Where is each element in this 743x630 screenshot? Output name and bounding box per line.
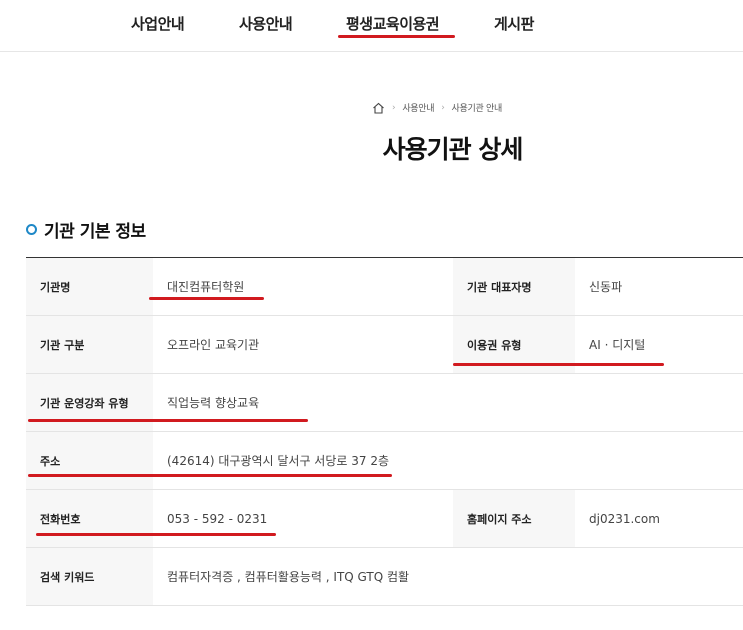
section-title-text: 기관 기본 정보 <box>44 222 146 242</box>
label-representative: 기관 대표자명 <box>453 258 575 315</box>
breadcrumb-item-usage[interactable]: 사용안내 <box>402 101 434 114</box>
table-row: 기관명 대진컴퓨터학원 기관 대표자명 신동파 <box>26 258 743 316</box>
page-title: 사용기관 상세 <box>382 135 524 164</box>
home-icon[interactable] <box>372 102 385 114</box>
breadcrumb-item-institution[interactable]: 사용기관 안내 <box>452 101 503 114</box>
value-name: 대진컴퓨터학원 <box>167 280 245 294</box>
top-navigation: 사업안내 사용안내 평생교육이용권 게시판 <box>0 0 743 52</box>
section-title: 기관 기본 정보 <box>26 217 146 242</box>
value-phone: 053 - 592 - 0231 <box>167 511 268 526</box>
value-homepage[interactable]: dj0231.com <box>575 490 743 547</box>
table-row: 검색 키워드 컴퓨터자격증 , 컴퓨터활용능력 , ITQ GTQ 컴활 <box>26 548 743 606</box>
chevron-right-icon: › <box>392 102 396 113</box>
nav-item-voucher[interactable]: 평생교육이용권 <box>346 13 440 34</box>
label-keywords: 검색 키워드 <box>26 548 153 605</box>
value-address: (42614) 대구광역시 달서구 서당로 37 2층 <box>167 454 389 468</box>
label-homepage: 홈페이지 주소 <box>453 490 575 547</box>
table-row: 주소 (42614) 대구광역시 달서구 서당로 37 2층 <box>26 432 743 490</box>
value-course-type: 직업능력 향상교육 <box>167 396 260 410</box>
label-phone: 전화번호 <box>26 490 153 547</box>
annotation-underline <box>28 419 308 422</box>
annotation-underline <box>338 35 455 38</box>
annotation-underline <box>36 533 276 536</box>
chevron-right-icon: › <box>441 102 445 113</box>
table-row: 기관 운영강좌 유형 직업능력 향상교육 <box>26 374 743 432</box>
table-row: 전화번호 053 - 592 - 0231 홈페이지 주소 dj0231.com <box>26 490 743 548</box>
value-representative: 신동파 <box>589 280 623 294</box>
label-course-type: 기관 운영강좌 유형 <box>26 374 153 431</box>
circle-bullet-icon <box>26 224 37 235</box>
nav-item-usage[interactable]: 사용안내 <box>239 13 293 34</box>
annotation-underline <box>149 297 264 300</box>
value-category: 오프라인 교육기관 <box>167 338 260 352</box>
label-name: 기관명 <box>26 258 153 315</box>
institution-info-table: 기관명 대진컴퓨터학원 기관 대표자명 신동파 기관 구분 오프라인 교육기관 … <box>26 257 743 606</box>
annotation-underline <box>453 363 664 366</box>
label-category: 기관 구분 <box>26 316 153 373</box>
breadcrumb: › 사용안내 › 사용기관 안내 <box>372 101 502 114</box>
nav-item-board[interactable]: 게시판 <box>494 13 534 34</box>
value-keywords: 컴퓨터자격증 , 컴퓨터활용능력 , ITQ GTQ 컴활 <box>167 570 410 584</box>
annotation-underline <box>28 474 392 477</box>
nav-item-business[interactable]: 사업안내 <box>131 13 185 34</box>
label-address: 주소 <box>26 432 153 489</box>
